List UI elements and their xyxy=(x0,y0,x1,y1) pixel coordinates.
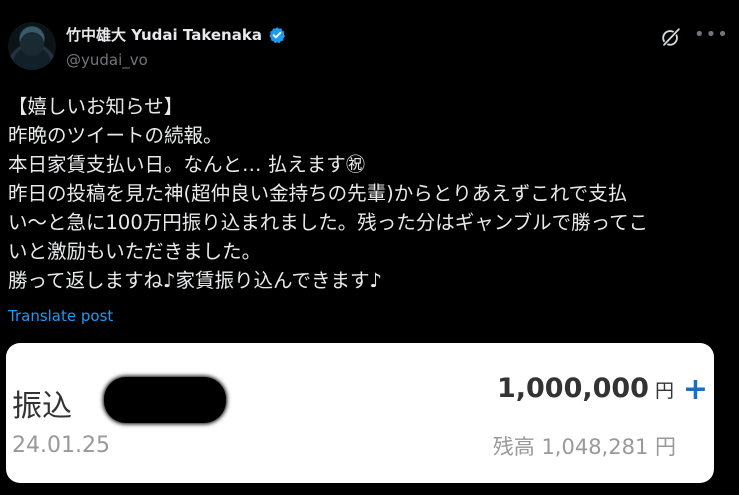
transfer-amount-value: 1,000,000 xyxy=(496,373,649,404)
transfer-label: 振込 xyxy=(12,389,72,424)
grok-icon[interactable] xyxy=(660,26,682,48)
transfer-date: 24.01.25 xyxy=(12,433,110,458)
avatar[interactable] xyxy=(8,22,56,70)
balance-text: 残高 1,048,281 円 xyxy=(492,435,676,459)
more-icon[interactable]: ••• xyxy=(694,24,729,45)
redacted-sender xyxy=(104,377,226,423)
transfer-amount-unit: 円 xyxy=(654,380,674,402)
author-handle[interactable]: @yudai_vo xyxy=(66,51,148,69)
post-text: 【嬉しいお知らせ】 昨晩のツイートの続報。 本日家賃支払い日。なんと… 払えます… xyxy=(8,95,649,292)
post: 竹中雄大 Yudai Takenaka @yudai_vo ••• 【嬉しいお知… xyxy=(0,0,739,495)
plus-icon: + xyxy=(682,372,708,407)
attached-image[interactable]: 振込 1,000,000 円 + 24.01.25 残高 1,048,281 円 xyxy=(6,343,714,483)
author-name-row: 竹中雄大 Yudai Takenaka xyxy=(66,24,286,45)
verified-badge-icon[interactable] xyxy=(268,26,286,44)
author-display-name[interactable]: 竹中雄大 Yudai Takenaka xyxy=(66,24,262,45)
transfer-amount: 1,000,000 円 xyxy=(497,373,674,404)
translate-post-link[interactable]: Translate post xyxy=(8,307,113,325)
